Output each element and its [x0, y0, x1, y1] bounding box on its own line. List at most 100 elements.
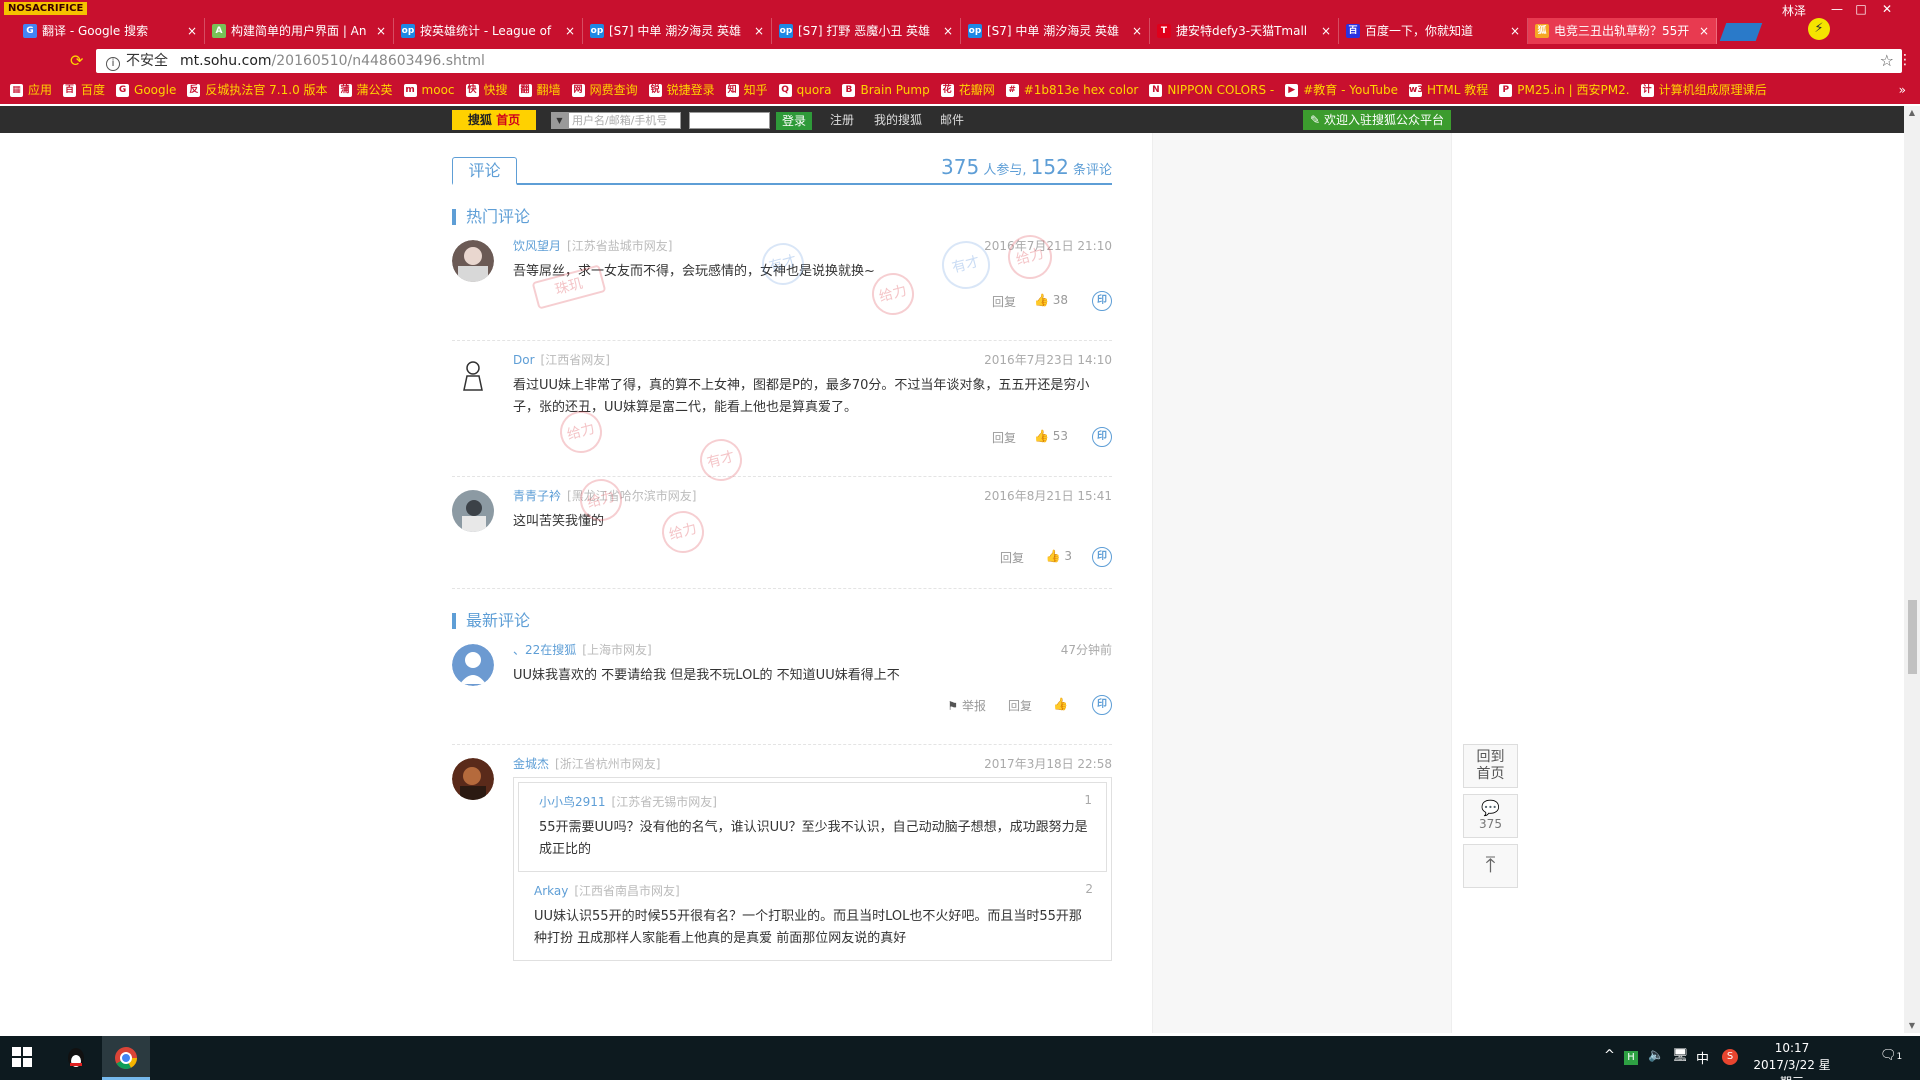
menu-icon[interactable]: ⋮ — [1898, 52, 1912, 68]
info-icon[interactable]: i — [106, 57, 120, 71]
bookmark-item[interactable]: ▦ 应用 — [10, 80, 52, 100]
bookmark-item[interactable]: # #1b813e hex color — [1005, 80, 1138, 100]
like-button[interactable]: 👍 — [1053, 697, 1068, 711]
bookmark-item[interactable]: m mooc — [403, 80, 455, 100]
tab-close-icon[interactable]: × — [1510, 18, 1520, 44]
browser-tab[interactable]: op 按英雄统计 - League of × — [394, 18, 583, 44]
browser-tab[interactable]: T 捷安特defy3-天猫Tmall × — [1150, 18, 1339, 44]
browser-tab[interactable]: 狐电竞三丑出轨草粉？55开 × — [1528, 18, 1717, 44]
bookmark-item[interactable]: 蒲蒲公英 — [338, 80, 393, 100]
profile-name[interactable]: 林泽 — [1782, 2, 1806, 19]
maximize-button[interactable]: □ — [1850, 0, 1872, 18]
close-window-button[interactable]: ✕ — [1876, 0, 1898, 18]
bookmarks-overflow-button[interactable]: » — [1899, 80, 1906, 100]
bookmark-item[interactable]: ▶ #教育 - YouTube — [1285, 80, 1398, 100]
bookmark-item[interactable]: 网网费查询 — [571, 80, 638, 100]
bookmark-item[interactable]: 知知乎 — [725, 80, 768, 100]
tab-close-icon[interactable]: × — [1321, 18, 1331, 44]
bookmark-item[interactable]: N NIPPON COLORS - — [1149, 80, 1274, 100]
commenter-name[interactable]: Dor — [513, 353, 535, 367]
bookmark-item[interactable]: Qquora — [778, 80, 831, 100]
browser-tab[interactable]: A 构建简单的用户界面 | An × — [205, 18, 394, 44]
tab-close-icon[interactable]: × — [187, 18, 197, 44]
like-button[interactable]: 👍 38 — [1034, 293, 1068, 307]
username-field[interactable]: 用户名/邮箱/手机号 — [568, 112, 681, 129]
bookmark-item[interactable]: G Google — [116, 80, 176, 100]
avatar[interactable] — [452, 354, 494, 396]
commenter-name[interactable]: 青青子衿 — [513, 489, 561, 503]
login-type-dropdown[interactable]: ▼ — [551, 112, 568, 129]
tab-close-icon[interactable]: × — [1699, 18, 1709, 44]
notification-icon[interactable]: 🗨1 — [1880, 1048, 1902, 1063]
bookmark-item[interactable]: 锐锐捷登录 — [648, 80, 715, 100]
commenter-name[interactable]: 金城杰 — [513, 757, 549, 771]
bookmark-item[interactable]: 百百度 — [63, 80, 105, 100]
chrome-app-icon[interactable] — [102, 1036, 150, 1080]
windows-start-icon[interactable] — [12, 1047, 32, 1067]
reply-button[interactable]: 回复 — [1008, 697, 1032, 714]
share-stamp-icon[interactable]: 印 — [1092, 427, 1112, 447]
tab-close-icon[interactable]: × — [565, 18, 575, 44]
share-stamp-icon[interactable]: 印 — [1092, 547, 1112, 567]
extension-bolt-icon[interactable]: ⚡ — [1808, 18, 1830, 40]
reply-button[interactable]: 回复 — [992, 429, 1016, 446]
avatar[interactable] — [452, 490, 494, 532]
comments-shortcut-button[interactable]: 💬 375 — [1463, 794, 1518, 838]
bookmark-item[interactable]: 花花瓣网 — [940, 80, 995, 100]
system-clock[interactable]: 10:17 2017/3/22 星期三 — [1752, 1040, 1832, 1091]
back-to-top-button[interactable]: ⤒ — [1463, 844, 1518, 888]
ime-indicator[interactable]: 中 — [1696, 1048, 1709, 1067]
bookmark-item[interactable]: 翻翻墙 — [518, 80, 561, 100]
my-sohu-link[interactable]: 我的搜狐 — [874, 112, 922, 129]
like-button[interactable]: 👍 3 — [1046, 549, 1072, 563]
browser-tab[interactable]: op [S7] 中单 潮汐海灵 英雄 × — [583, 18, 772, 44]
tab-close-icon[interactable]: × — [943, 18, 953, 44]
sohu-home-link[interactable]: 搜狐 首页 — [452, 110, 536, 130]
back-to-home-button[interactable]: 回到首页 — [1463, 744, 1518, 788]
password-field[interactable] — [689, 112, 770, 129]
commenter-name[interactable]: 、22在搜狐 — [513, 643, 576, 657]
qq-app-icon[interactable] — [52, 1036, 100, 1080]
register-link[interactable]: 注册 — [830, 112, 854, 129]
bookmark-star-icon[interactable]: ☆ — [1880, 49, 1894, 73]
bookmark-item[interactable]: B Brain Pump — [842, 80, 930, 100]
share-stamp-icon[interactable]: 印 — [1092, 695, 1112, 715]
sogou-input-icon[interactable]: S — [1722, 1049, 1738, 1065]
report-button[interactable]: ⚑ 举报 — [947, 697, 986, 714]
mail-link[interactable]: 邮件 — [940, 112, 964, 129]
browser-tab[interactable]: 百百度一下，你就知道 × — [1339, 18, 1528, 44]
bookmark-item[interactable]: 快快搜 — [465, 80, 508, 100]
browser-tab[interactable]: op [S7] 中单 潮汐海灵 英雄 × — [961, 18, 1150, 44]
scrollbar-thumb[interactable] — [1908, 600, 1917, 674]
quoted-name[interactable]: 小小鸟2911 — [539, 795, 606, 809]
address-bar[interactable]: i 不安全 mt.sohu.com/20160510/n448603496.shtm… — [96, 49, 1902, 73]
bookmark-item[interactable]: P PM25.in | 西安PM2. — [1499, 80, 1630, 100]
reply-button[interactable]: 回复 — [992, 293, 1016, 310]
volume-icon[interactable]: 🔈 — [1648, 1048, 1664, 1063]
avatar[interactable] — [452, 758, 494, 800]
tray-app-icon[interactable]: H — [1624, 1051, 1638, 1065]
tab-close-icon[interactable]: × — [754, 18, 764, 44]
login-button[interactable]: 登录 — [776, 112, 812, 130]
tray-expand-icon[interactable]: ^ — [1604, 1048, 1615, 1063]
new-tab-button[interactable] — [1719, 23, 1763, 41]
bookmark-item[interactable]: 计计算机组成原理课后 — [1640, 80, 1767, 100]
browser-tab[interactable]: G 翻译 - Google 搜索 × — [16, 18, 205, 44]
reload-icon[interactable]: ⟳ — [70, 52, 88, 70]
mp-join-button[interactable]: ✎ 欢迎入驻搜狐公众平台 — [1303, 110, 1451, 130]
browser-tab[interactable]: op [S7] 打野 恶魔小丑 英雄 × — [772, 18, 961, 44]
page-scrollbar[interactable]: ▲ ▼ — [1904, 106, 1920, 1033]
scroll-down-arrow-icon[interactable]: ▼ — [1904, 1019, 1920, 1033]
quoted-name[interactable]: Arkay — [534, 884, 568, 898]
network-icon[interactable]: 🖥 — [1672, 1048, 1689, 1063]
share-stamp-icon[interactable]: 印 — [1092, 291, 1112, 311]
bookmark-item[interactable]: w3 HTML 教程 — [1409, 80, 1488, 100]
tab-comments[interactable]: 评论 — [452, 157, 517, 185]
like-button[interactable]: 👍 53 — [1034, 429, 1068, 443]
scroll-up-arrow-icon[interactable]: ▲ — [1904, 106, 1920, 120]
bookmark-item[interactable]: 反反城执法官 7.1.0 版本 — [187, 80, 328, 100]
tab-close-icon[interactable]: × — [376, 18, 386, 44]
commenter-name[interactable]: 饮风望月 — [513, 239, 561, 253]
tab-close-icon[interactable]: × — [1132, 18, 1142, 44]
minimize-button[interactable]: — — [1826, 0, 1848, 18]
